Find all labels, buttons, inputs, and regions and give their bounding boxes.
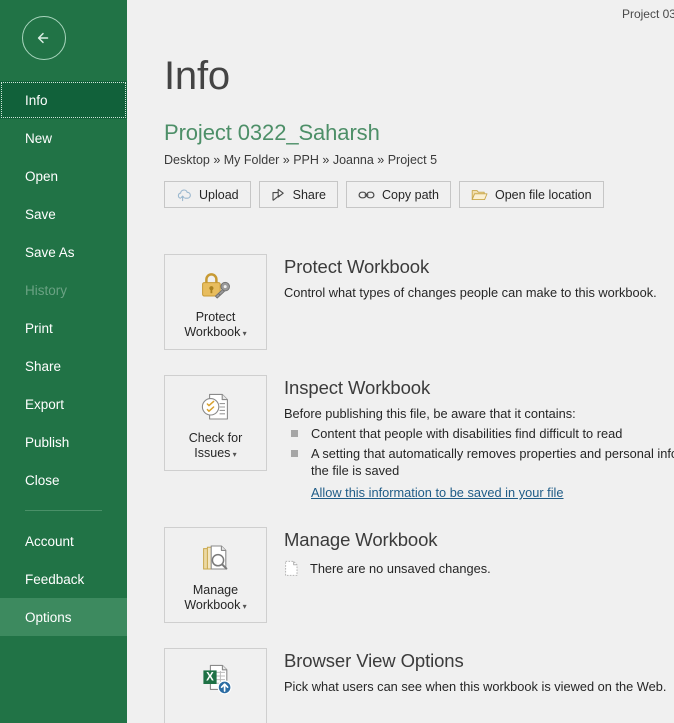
list-item-text-cont: the file is saved [311,463,400,478]
button-label-line1: Check for [188,431,243,445]
sidebar-item-label: Publish [25,434,70,450]
button-label: Upload [199,187,239,202]
sidebar-item-history: History [0,271,127,309]
sidebar-item-label: Account [25,533,74,549]
info-panel: Info Project 0322_Saharsh Desktop » My F… [127,28,674,723]
list-item-text: A setting that automatically removes pro… [311,446,674,461]
back-arrow-icon [37,32,49,44]
button-label: Copy path [381,187,439,202]
sidebar-item-feedback[interactable]: Feedback [0,560,127,598]
breadcrumb: Desktop » My Folder » PPH » Joanna » Pro… [164,153,438,167]
list-item-text: Content that people with disabilities fi… [311,426,623,441]
button-label-line2: Workbook [184,598,241,612]
sidebar-item-label: History [25,282,68,298]
window-title: Project 0322_ [621,7,674,21]
section-title: Browser View Options [284,650,464,671]
sidebar-item-label: Options [25,609,72,625]
button-label-line2: Workbook [184,325,241,339]
lock-key-icon [197,267,235,303]
sidebar-item-label: Save [25,206,56,222]
bullet-square-icon [291,450,298,457]
folder-open-icon [471,189,488,200]
sidebar-item-label: Save As [25,244,75,260]
sidebar-item-label: Close [25,472,60,488]
button-label-line1: Manage [192,583,239,597]
share-button[interactable]: Share [258,181,338,208]
check-for-issues-button[interactable]: Check for Issues ▾ [164,375,267,471]
file-actions-toolbar: Upload Share Copy path Open file locatio… [164,181,674,208]
share-arrow-icon [272,188,284,201]
manage-workbook-body: Manage Workbook There are no unsaved cha… [284,527,491,577]
page-title: Info [164,54,230,98]
sidebar-item-label: Open [25,168,59,184]
browser-view-options-section: X Browser View Options Pick what users c… [164,648,674,723]
sidebar-item-account[interactable]: Account [0,522,127,560]
bullet-square-icon [291,430,298,437]
manage-workbook-button[interactable]: Manage Workbook ▾ [164,527,267,623]
allow-info-saved-link[interactable]: Allow this information to be saved in yo… [311,485,564,500]
sidebar-nav: Info New Open Save Save As History Print… [0,81,127,636]
sidebar-item-label: New [25,130,53,146]
protect-workbook-body: Protect Workbook Control what types of c… [284,254,657,300]
sidebar-item-print[interactable]: Print [0,309,127,347]
sidebar-item-save-as[interactable]: Save As [0,233,127,271]
button-label: Share [292,187,326,202]
sidebar-item-close[interactable]: Close [0,461,127,499]
excel-web-icon: X [196,661,236,697]
link-chain-icon [358,191,375,198]
copy-path-button[interactable]: Copy path [345,181,451,208]
sidebar-divider [25,510,102,511]
sidebar-item-label: Feedback [25,571,85,587]
info-sections: Protect Workbook ▾ Protect Workbook Cont… [164,254,674,723]
sidebar-item-label: Export [25,396,65,412]
inspect-workbook-section: Check for Issues ▾ Inspect Workbook Befo… [164,375,674,502]
blank-document-icon [284,560,299,577]
sidebar-item-label: Info [25,92,48,108]
protect-workbook-section: Protect Workbook ▾ Protect Workbook Cont… [164,254,674,350]
button-label-line2: Issues [194,446,231,460]
sidebar-item-publish[interactable]: Publish [0,423,127,461]
sidebar-item-options[interactable]: Options [0,598,127,636]
section-title: Protect Workbook [284,256,430,277]
sidebar-item-export[interactable]: Export [0,385,127,423]
section-title: Manage Workbook [284,529,438,550]
back-button[interactable] [22,16,66,60]
section-description: Before publishing this file, be aware th… [284,406,576,421]
documents-search-icon [197,540,235,576]
open-file-location-button[interactable]: Open file location [458,181,604,208]
browser-view-options-body: Browser View Options Pick what users can… [284,648,666,694]
document-name: Project 0322_Saharsh [164,120,380,145]
section-description: Control what types of changes people can… [284,285,657,300]
backstage-sidebar: Info New Open Save Save As History Print… [0,0,127,723]
section-title: Inspect Workbook [284,377,431,398]
protect-workbook-button[interactable]: Protect Workbook ▾ [164,254,267,350]
sidebar-item-open[interactable]: Open [0,157,127,195]
svg-text:X: X [206,672,214,684]
button-label: Open file location [494,187,592,202]
unsaved-changes-status: There are no unsaved changes. [284,560,491,577]
issues-list: Content that people with disabilities fi… [284,425,674,479]
button-label-line1: Protect [195,310,236,324]
list-item: A setting that automatically removes pro… [284,445,674,479]
section-description: Pick what users can see when this workbo… [284,679,667,694]
cloud-upload-icon [177,188,191,201]
chevron-down-icon: ▾ [240,329,247,338]
manage-workbook-section: Manage Workbook ▾ Manage Workbook There … [164,527,674,623]
chevron-down-icon: ▾ [230,450,237,459]
sidebar-item-save[interactable]: Save [0,195,127,233]
sidebar-item-label: Share [25,358,62,374]
sidebar-item-share[interactable]: Share [0,347,127,385]
browser-view-options-button[interactable]: X [164,648,267,723]
sidebar-item-label: Print [25,320,53,336]
sidebar-item-new[interactable]: New [0,119,127,157]
status-text: There are no unsaved changes. [310,561,491,576]
sidebar-item-info[interactable]: Info [0,81,127,119]
inspect-workbook-body: Inspect Workbook Before publishing this … [284,375,674,502]
upload-button[interactable]: Upload [164,181,251,208]
document-check-icon [197,388,235,424]
chevron-down-icon: ▾ [240,602,247,611]
list-item: Content that people with disabilities fi… [284,425,674,442]
